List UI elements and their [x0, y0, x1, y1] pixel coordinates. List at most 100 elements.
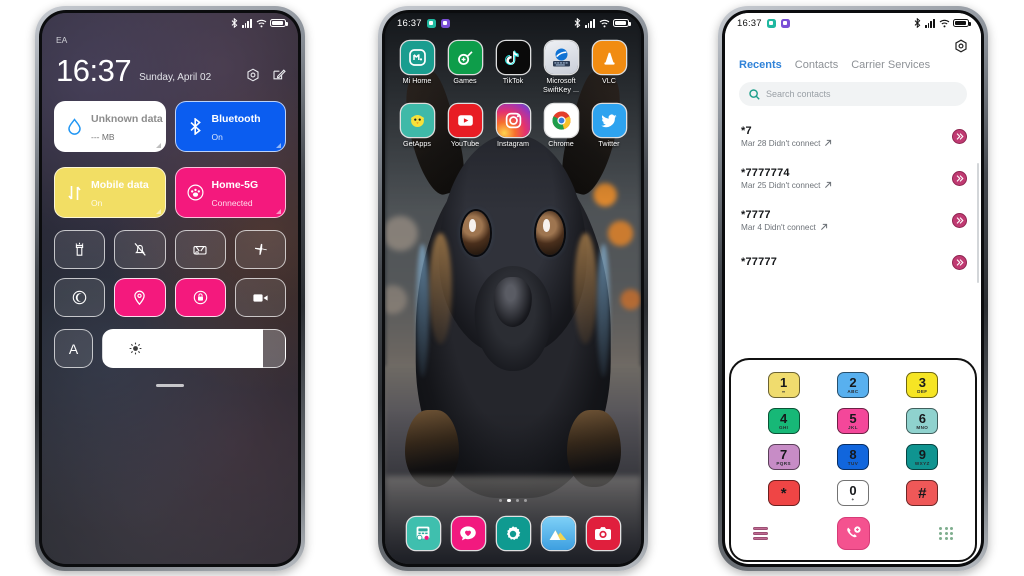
violet-app-badge — [780, 18, 790, 28]
page-dot[interactable] — [523, 498, 527, 502]
app-games[interactable]: Games — [443, 41, 487, 95]
page-dot-active[interactable] — [507, 498, 511, 502]
call-action-badge[interactable] — [952, 254, 967, 270]
moon-icon — [72, 290, 87, 305]
dial-key-2[interactable]: 2 ABC — [836, 372, 869, 398]
bottom-row: A — [54, 329, 286, 368]
camera-icon[interactable] — [586, 517, 620, 550]
chevrons-right-icon — [956, 174, 964, 182]
app-instagram[interactable]: Instagram — [491, 103, 535, 149]
toggle-dark-mode[interactable] — [54, 278, 106, 317]
call-add-icon[interactable] — [837, 517, 871, 550]
key-number: 6 — [918, 410, 926, 426]
font-size-button[interactable]: A — [54, 329, 93, 368]
phone3-screen: 16:37 Recents Contacts Carrier Services … — [725, 13, 981, 564]
app-twitter[interactable]: Twitter — [587, 103, 631, 149]
app-vlc[interactable]: VLC — [587, 41, 631, 95]
dial-key-7[interactable]: 7 PQRS — [767, 444, 800, 470]
phone-home-screen: 16:37 Mi Home Games TikTok Microsoft Swi… — [378, 6, 648, 571]
tile-mobile-data[interactable]: Mobile data On — [54, 167, 166, 218]
settings-hex-icon — [955, 39, 967, 53]
key-letters: + — [851, 496, 855, 502]
page-dot[interactable] — [515, 498, 519, 502]
keypad-dots-icon[interactable] — [939, 526, 953, 541]
call-list-item[interactable]: *77777 — [725, 241, 981, 283]
dial-key-1[interactable]: 1 ∞ — [767, 372, 800, 398]
search-contacts-field[interactable]: Search contacts — [739, 82, 967, 106]
tile-bluetooth-sub: On — [211, 131, 223, 142]
app-swiftkey[interactable]: Microsoft SwiftKey ... — [539, 41, 583, 95]
app-label: VLC — [602, 76, 616, 85]
phone2-statusbar: 16:37 — [385, 13, 641, 33]
drag-handle[interactable] — [156, 384, 184, 387]
youtube-icon — [448, 103, 482, 137]
call-detail-text: Mar 28 Didn't connect — [741, 138, 821, 148]
key-letters: DEF — [917, 388, 928, 394]
dialer-icon[interactable] — [406, 517, 440, 550]
call-action-badge[interactable] — [952, 212, 967, 228]
key-letters: ABC — [847, 388, 859, 394]
tile-data-usage[interactable]: Unknown data pl... --- MB — [54, 101, 166, 152]
app-chrome[interactable]: Chrome — [539, 103, 583, 149]
page-dot[interactable] — [499, 498, 503, 502]
dial-key-9[interactable]: 9 WXYZ — [906, 444, 939, 470]
key-letters: JKL — [848, 424, 858, 430]
bluetooth-icon — [574, 18, 581, 28]
dial-key-8[interactable]: 8 TUV — [836, 444, 869, 470]
call-action-badge[interactable] — [952, 170, 967, 186]
toggle-screen-recorder[interactable] — [234, 278, 286, 317]
phone2-status-icons — [574, 18, 631, 28]
toggle-location[interactable] — [114, 278, 166, 317]
lock-clock: 16:37 — [56, 53, 132, 88]
tab-recents[interactable]: Recents — [739, 59, 782, 71]
call-list-item[interactable]: *7777 Mar 4 Didn't connect — [725, 199, 981, 241]
toggle-airplane-mode[interactable] — [234, 230, 286, 269]
dial-key-0[interactable]: 0 + — [836, 480, 869, 506]
toggle-flashlight[interactable] — [54, 230, 106, 269]
recents-call-list: *7 Mar 28 Didn't connect *7777774 Mar 25… — [725, 115, 981, 283]
dialer-settings-button[interactable] — [954, 39, 968, 58]
edit-icon[interactable] — [272, 68, 286, 82]
toggle-screenshot[interactable] — [174, 230, 226, 269]
dial-key-4[interactable]: 4 GHI — [767, 408, 800, 434]
key-number: 3 — [918, 374, 926, 390]
tile-bluetooth[interactable]: Bluetooth On — [174, 101, 286, 152]
violet-app-badge — [440, 18, 450, 28]
phone-control-center: EA 16:37 Sunday, April 02 Unknown data -… — [35, 6, 305, 571]
location-pin-icon — [134, 290, 146, 305]
key-number: 7 — [780, 446, 788, 462]
toggle-auto-rotate[interactable] — [174, 278, 226, 317]
airplane-icon — [254, 243, 267, 255]
toggle-silent[interactable] — [114, 230, 166, 269]
call-action-badge[interactable] — [952, 128, 967, 144]
key-letters: MNO — [916, 424, 929, 430]
tab-carrier-services[interactable]: Carrier Services — [851, 59, 930, 71]
list-scrollbar[interactable] — [977, 163, 979, 283]
app-tiktok[interactable]: TikTok — [491, 41, 535, 95]
tile-corner-fold — [276, 209, 281, 214]
menu-lines-icon[interactable] — [753, 527, 768, 540]
call-list-item[interactable]: *7777774 Mar 25 Didn't connect — [725, 157, 981, 199]
dial-key-6[interactable]: 6 MNO — [906, 408, 939, 434]
outgoing-arrow-icon — [825, 181, 832, 188]
message-heart-icon[interactable] — [451, 517, 485, 550]
gear-icon[interactable] — [496, 517, 530, 550]
mountain-icon[interactable] — [541, 517, 575, 550]
brightness-slider[interactable] — [102, 329, 286, 368]
call-detail: Mar 28 Didn't connect — [741, 139, 952, 148]
dial-key-5[interactable]: 5 JKL — [836, 408, 869, 434]
tile-wifi[interactable]: Home-5G Connected — [174, 167, 286, 218]
call-list-item[interactable]: *7 Mar 28 Didn't connect — [725, 115, 981, 157]
app-label: Games — [453, 76, 477, 85]
app-youtube[interactable]: YouTube — [443, 103, 487, 149]
big-tile-row-2: Mobile data On Home-5G Connected — [54, 167, 286, 218]
home-dock — [385, 517, 641, 550]
tab-contacts[interactable]: Contacts — [795, 59, 838, 71]
app-mi-home[interactable]: Mi Home — [395, 41, 439, 95]
home-app-grid: Mi Home Games TikTok Microsoft SwiftKey … — [385, 33, 641, 148]
settings-hex-icon[interactable] — [246, 68, 260, 82]
dial-key-hash[interactable]: # — [906, 480, 939, 506]
dial-key-3[interactable]: 3 DEF — [906, 372, 939, 398]
dial-key-star[interactable]: * — [767, 480, 800, 506]
app-getapps[interactable]: GetApps — [395, 103, 439, 149]
